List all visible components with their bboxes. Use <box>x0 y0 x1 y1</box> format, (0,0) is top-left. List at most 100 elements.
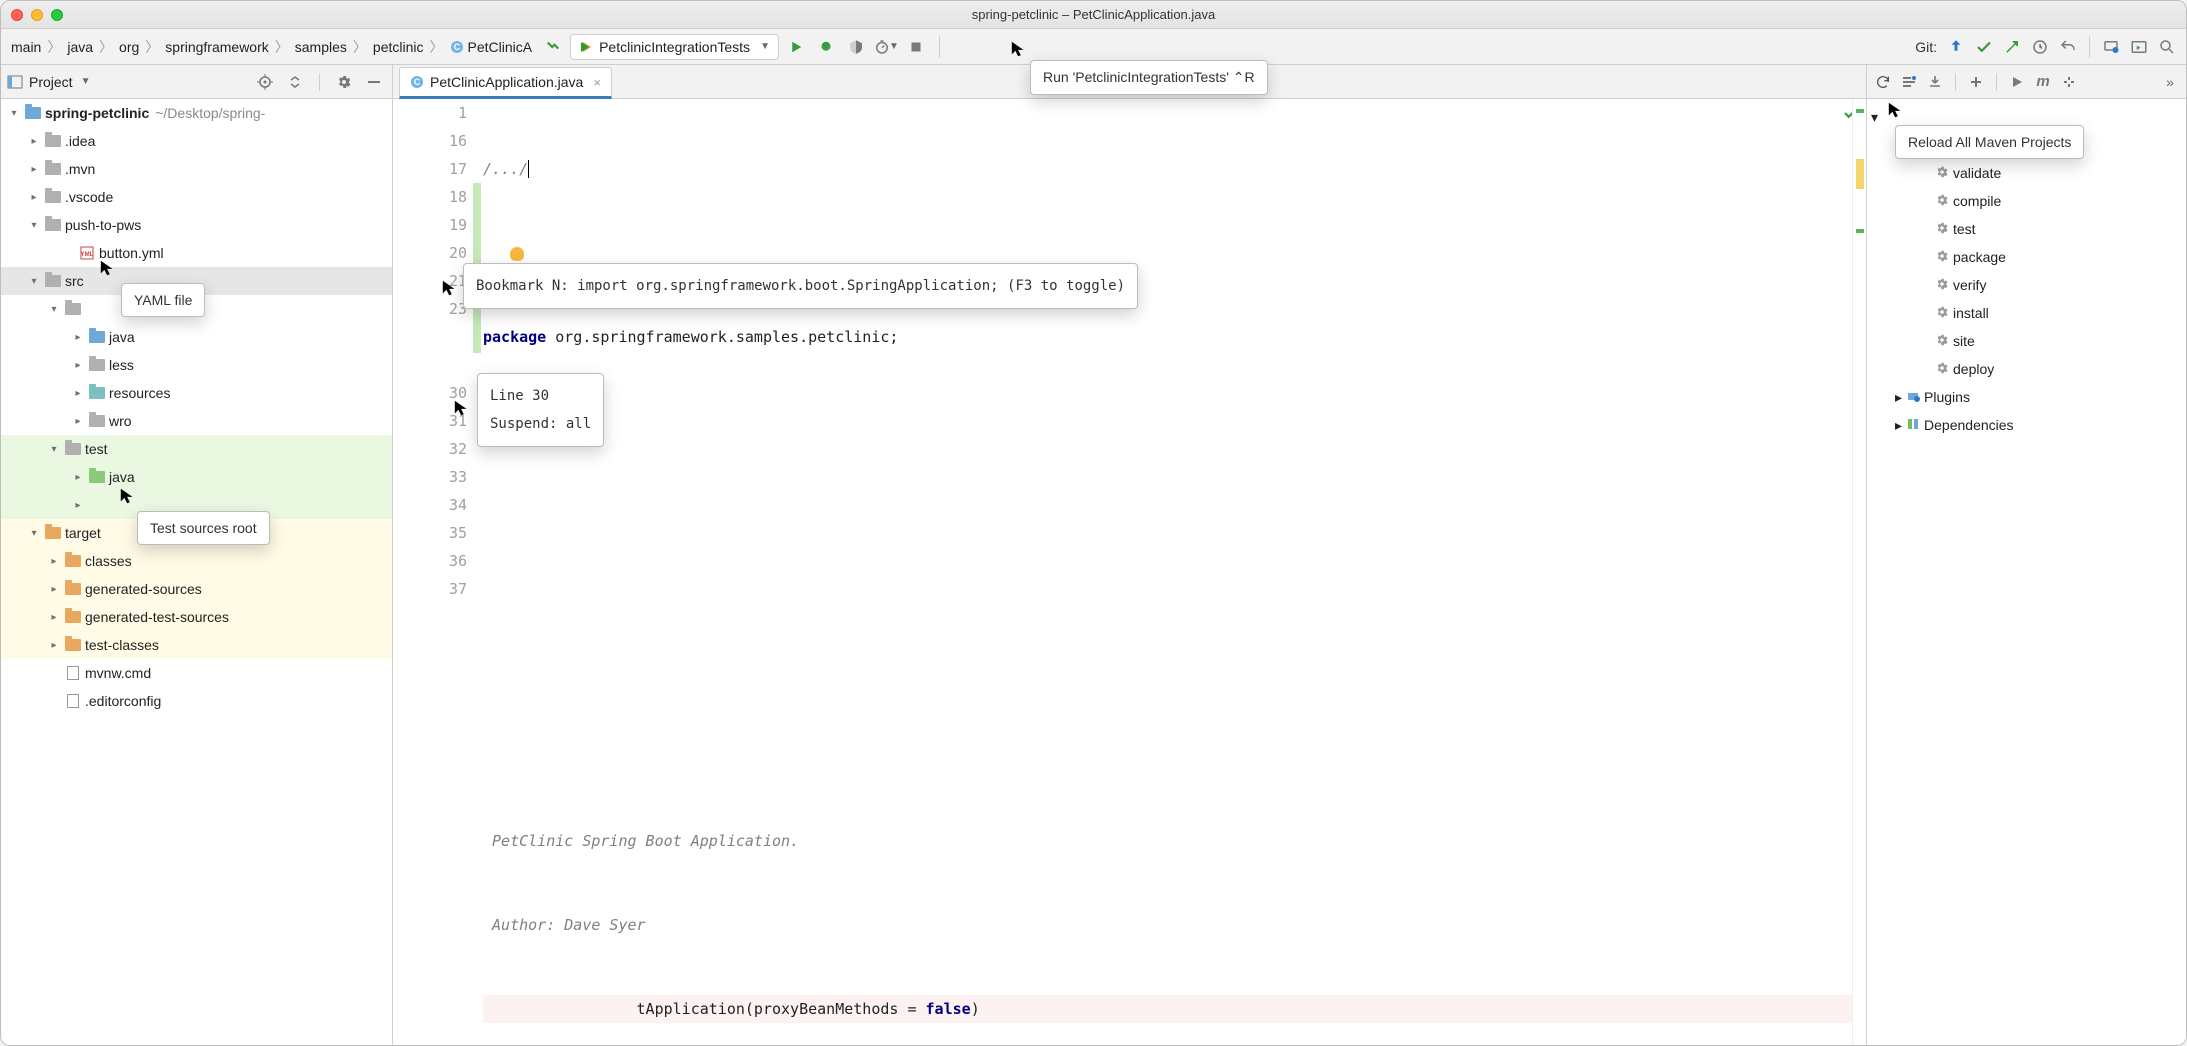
editor-tab[interactable]: C PetClinicApplication.java × <box>399 67 612 99</box>
stop-button[interactable] <box>903 34 929 60</box>
tree-editorconfig[interactable]: .editorconfig <box>85 693 161 709</box>
maven-download-sources-button[interactable] <box>1923 70 1947 94</box>
crumb-petclinic[interactable]: petclinic <box>369 37 428 57</box>
tree-target[interactable]: target <box>65 525 101 541</box>
gear-icon <box>1935 221 1949 238</box>
maven-deps[interactable]: Dependencies <box>1924 417 2014 433</box>
crumb-java[interactable]: java <box>63 37 97 57</box>
profiler-button[interactable]: ▼ <box>873 34 899 60</box>
code-with-me-button[interactable] <box>2098 34 2124 60</box>
editor-tab-label: PetClinicApplication.java <box>430 74 583 90</box>
run-configuration-label: PetclinicIntegrationTests <box>599 39 750 55</box>
coverage-button[interactable] <box>843 34 869 60</box>
maven-goal-compile[interactable]: compile <box>1867 187 2186 215</box>
maven-goal-verify[interactable]: verify <box>1867 271 2186 299</box>
gear-icon <box>1935 305 1949 322</box>
code-editor[interactable]: 1 16 17 18 19 20 21 23 30 31 32 33 34 35 <box>393 99 1866 1045</box>
maven-plugins[interactable]: Plugins <box>1924 389 1970 405</box>
svg-text:C: C <box>453 42 460 52</box>
maven-tree[interactable]: ▾ cleanvalidatecompiletestpackageverifyi… <box>1867 99 2186 1045</box>
crumb-main[interactable]: main <box>7 37 45 57</box>
run-configuration-selector[interactable]: PetclinicIntegrationTests ▼ <box>570 34 779 60</box>
tooltip-maven-reload: Reload All Maven Projects <box>1895 125 2084 159</box>
tree-java2[interactable]: java <box>109 469 135 485</box>
maven-goal-test[interactable]: test <box>1867 215 2186 243</box>
lightbulb-icon[interactable] <box>510 247 524 261</box>
editor-minimap[interactable] <box>1852 99 1866 1045</box>
tree-mvn[interactable]: .mvn <box>65 161 95 177</box>
tree-java1[interactable]: java <box>109 329 135 345</box>
vcs-commit-button[interactable] <box>1971 34 1997 60</box>
project-tree[interactable]: ▾ spring-petclinic ~/Desktop/spring- ▸.i… <box>1 99 392 1045</box>
vcs-push-button[interactable] <box>1999 34 2025 60</box>
debug-button[interactable] <box>813 34 839 60</box>
crumb-springframework[interactable]: springframework <box>161 37 272 57</box>
maven-add-project-button[interactable] <box>1964 70 1988 94</box>
vcs-history-button[interactable] <box>2027 34 2053 60</box>
minimize-window-icon[interactable] <box>31 9 43 21</box>
tree-push[interactable]: push-to-pws <box>65 217 141 233</box>
maven-run-button[interactable] <box>2005 70 2029 94</box>
tree-gentestsrc[interactable]: generated-test-sources <box>85 609 229 625</box>
expand-all-button[interactable] <box>283 70 307 94</box>
svg-text:C: C <box>414 77 421 87</box>
maven-toggle-offline-button[interactable] <box>2057 70 2081 94</box>
tree-classes[interactable]: classes <box>85 553 132 569</box>
breadcrumbs: main〉 java〉 org〉 springframework〉 sample… <box>7 37 536 57</box>
tooltip-testroot: Test sources root <box>137 511 270 545</box>
project-view-icon <box>7 74 23 90</box>
locate-file-button[interactable] <box>253 70 277 94</box>
run-button[interactable] <box>783 34 809 60</box>
search-everywhere-button[interactable] <box>2154 34 2180 60</box>
vcs-rollback-button[interactable] <box>2055 34 2081 60</box>
crumb-samples[interactable]: samples <box>291 37 351 57</box>
run-anything-button[interactable] <box>2126 34 2152 60</box>
maven-goal-install[interactable]: install <box>1867 299 2186 327</box>
gear-icon <box>1935 193 1949 210</box>
editor-gutter[interactable]: 1 16 17 18 19 20 21 23 30 31 32 33 34 35 <box>393 99 483 1045</box>
gear-icon <box>1935 361 1949 378</box>
close-window-icon[interactable] <box>11 9 23 21</box>
maven-toolbar: m » <box>1867 65 2186 99</box>
maven-reload-button[interactable] <box>1871 70 1895 94</box>
tree-test[interactable]: test <box>85 441 108 457</box>
build-button[interactable] <box>540 34 566 60</box>
tree-root-path: ~/Desktop/spring- <box>155 105 265 121</box>
maven-goal-validate[interactable]: validate <box>1867 159 2186 187</box>
crumb-org[interactable]: org <box>115 37 143 57</box>
maven-execute-goal-button[interactable]: m <box>2031 70 2055 94</box>
window-title: spring-petclinic – PetClinicApplication.… <box>972 7 1216 22</box>
maven-generate-sources-button[interactable] <box>1897 70 1921 94</box>
yaml-file-icon: YML <box>80 246 94 260</box>
maven-goal-site[interactable]: site <box>1867 327 2186 355</box>
window-titlebar: spring-petclinic – PetClinicApplication.… <box>1 1 2186 29</box>
hide-panel-button[interactable] <box>362 70 386 94</box>
tree-wro[interactable]: wro <box>109 413 132 429</box>
settings-button[interactable] <box>332 70 356 94</box>
tree-less[interactable]: less <box>109 357 134 373</box>
tree-button-yml[interactable]: button.yml <box>99 245 164 261</box>
project-view-selector[interactable]: Project▼ <box>29 74 90 90</box>
maven-goal-package[interactable]: package <box>1867 243 2186 271</box>
close-tab-icon[interactable]: × <box>593 75 601 90</box>
tooltip-run: Run 'PetclinicIntegrationTests' ⌃R <box>1030 60 1268 95</box>
tree-vscode[interactable]: .vscode <box>65 189 113 205</box>
tooltip-breakpoint: Line 30 Suspend: all <box>477 373 604 447</box>
gear-icon <box>1935 277 1949 294</box>
class-icon: C <box>450 40 464 54</box>
maven-goal-deploy[interactable]: deploy <box>1867 355 2186 383</box>
tree-testclasses[interactable]: test-classes <box>85 637 159 653</box>
file-icon <box>67 666 79 680</box>
tree-root[interactable]: spring-petclinic <box>45 105 149 121</box>
crumb-file[interactable]: C PetClinicA <box>446 37 537 57</box>
plugins-icon <box>1906 389 1920 403</box>
tree-idea[interactable]: .idea <box>65 133 95 149</box>
zoom-window-icon[interactable] <box>51 9 63 21</box>
tree-src[interactable]: src <box>65 273 84 289</box>
tree-mvnw[interactable]: mvnw.cmd <box>85 665 151 681</box>
svg-text:YML: YML <box>81 252 94 258</box>
tree-resources[interactable]: resources <box>109 385 170 401</box>
vcs-update-button[interactable] <box>1943 34 1969 60</box>
tree-gensrc[interactable]: generated-sources <box>85 581 202 597</box>
maven-more-button[interactable]: » <box>2158 70 2182 94</box>
